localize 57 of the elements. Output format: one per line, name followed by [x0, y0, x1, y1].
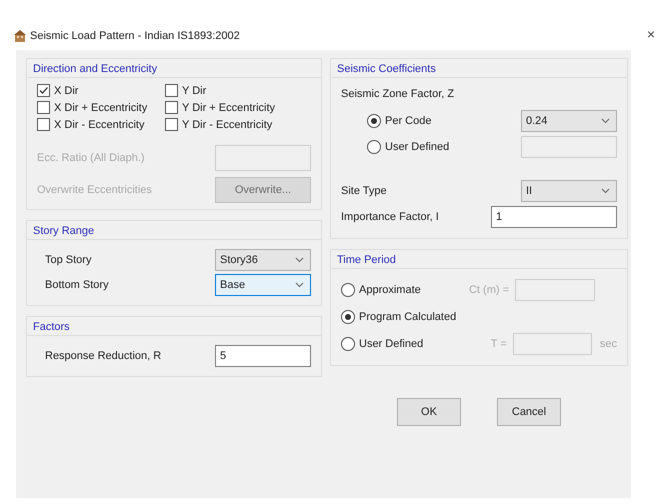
dropdown[interactable]: Story36 [215, 249, 311, 271]
field-label: Importance Factor, I [341, 211, 439, 223]
group-title: Time Period [331, 250, 627, 269]
checkbox[interactable] [165, 101, 178, 114]
radio-label: Per Code [385, 115, 432, 127]
checkbox-label: X Dir [54, 84, 78, 96]
radio-label: User Defined [385, 141, 450, 153]
checkbox[interactable] [37, 118, 50, 131]
close-button[interactable]: × [642, 26, 659, 42]
input-field[interactable]: 5 [215, 345, 311, 367]
caret-icon [601, 118, 610, 124]
caret-icon [295, 257, 304, 263]
checkbox-label: X Dir - Eccentricity [54, 118, 144, 130]
radio-button[interactable] [341, 310, 355, 324]
field-label: Bottom Story [45, 279, 109, 291]
group-title: Story Range [27, 221, 321, 240]
group-title: Direction and Eccentricity [27, 59, 321, 78]
checkbox[interactable] [37, 84, 50, 97]
cancel-button[interactable]: Cancel [497, 398, 561, 426]
field-label: Response Reduction, R [45, 350, 162, 362]
input-field[interactable] [215, 145, 311, 171]
field-label: Overwrite Eccentricities [37, 184, 152, 196]
dropdown[interactable]: 0.24 [521, 110, 617, 132]
checkbox-label: Y Dir - Eccentricity [182, 118, 272, 130]
field-label: Top Story [45, 254, 92, 266]
ok-button[interactable]: OK [397, 398, 461, 426]
radio-label: User Defined [359, 338, 424, 350]
field-label: Seismic Zone Factor, Z [341, 88, 456, 100]
input-field[interactable]: 1 [491, 206, 617, 228]
dropdown[interactable]: Base [215, 274, 311, 296]
radio-button[interactable] [341, 337, 355, 351]
radio-button[interactable] [367, 114, 381, 128]
field-label: Ecc. Ratio (All Diaph.) [37, 152, 145, 164]
checkbox[interactable] [165, 118, 178, 131]
checkbox-label: Y Dir + Eccentricity [182, 102, 276, 114]
caret-icon [601, 188, 610, 194]
checkbox-label: X Dir + Eccentricity [54, 102, 148, 114]
group-title: Factors [27, 317, 321, 336]
dropdown[interactable]: II [521, 180, 617, 202]
checkbox[interactable] [37, 101, 50, 114]
input-field[interactable] [521, 136, 617, 158]
field-label: Site Type [341, 185, 387, 197]
input-field[interactable] [512, 333, 592, 355]
radio-label: Program Calculated [359, 311, 456, 323]
caret-icon [295, 282, 304, 288]
app-icon [14, 29, 26, 43]
radio-button[interactable] [367, 140, 381, 154]
unit-label: sec [598, 338, 617, 350]
field-label: Ct (m) = [468, 284, 510, 296]
group-title: Seismic Coefficients [331, 59, 627, 78]
input-field[interactable] [515, 279, 595, 301]
radio-button[interactable] [341, 283, 355, 297]
radio-label: Approximate [359, 284, 421, 296]
field-label: T = [490, 338, 508, 350]
checkbox-label: Y Dir [182, 84, 206, 96]
window-title: Seismic Load Pattern - Indian IS1893:2002 [30, 30, 240, 42]
checkbox[interactable] [165, 84, 178, 97]
